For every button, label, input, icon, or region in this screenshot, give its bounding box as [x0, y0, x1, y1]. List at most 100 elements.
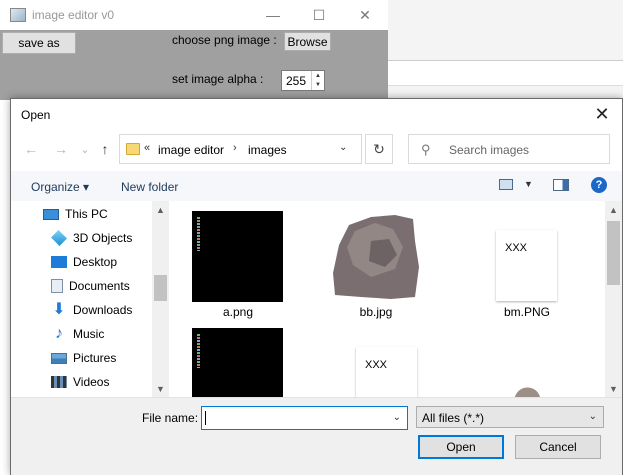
- up-arrow-icon[interactable]: ↑: [95, 139, 115, 159]
- minimize-button[interactable]: —: [250, 0, 296, 30]
- file-item-text-image[interactable]: XXX: [356, 347, 417, 397]
- file-name-input[interactable]: ⌄: [201, 406, 408, 430]
- folder-icon: [126, 143, 140, 155]
- 3d-objects-icon: [51, 230, 67, 246]
- back-arrow-icon[interactable]: ←: [21, 139, 41, 159]
- recent-locations-icon[interactable]: ⌄: [75, 139, 95, 159]
- save-as-button[interactable]: save as: [2, 32, 76, 54]
- nav-item-music[interactable]: ♪ Music: [51, 324, 104, 344]
- address-overflow-icon[interactable]: «: [144, 142, 150, 154]
- cancel-button[interactable]: Cancel: [515, 435, 601, 459]
- search-box[interactable]: ⚲ Search images: [408, 134, 610, 164]
- file-item-bm-png[interactable]: XXX: [496, 230, 557, 301]
- file-list: a.png bb.jpg XXX bm.PNG XXX: [171, 201, 605, 397]
- scroll-down-icon[interactable]: ▼: [605, 380, 622, 397]
- browse-button[interactable]: Browse: [284, 32, 331, 51]
- file-item-black-image[interactable]: [192, 328, 283, 397]
- organize-menu[interactable]: Organize ▾: [31, 180, 89, 194]
- nav-item-desktop[interactable]: Desktop: [51, 252, 117, 272]
- scroll-up-icon[interactable]: ▲: [152, 201, 169, 218]
- forward-arrow-icon[interactable]: →: [51, 139, 71, 159]
- nav-item-label: Music: [73, 327, 105, 341]
- rock-image-icon: [333, 215, 419, 299]
- dialog-title: Open: [21, 108, 51, 122]
- file-name-label: File name:: [142, 411, 199, 425]
- set-alpha-label: set image alpha :: [172, 72, 264, 86]
- file-item-bb-jpg[interactable]: [331, 211, 422, 302]
- command-bar: Organize ▾ New folder ▼ ?: [11, 171, 622, 201]
- preview-pane-icon[interactable]: [553, 179, 569, 191]
- nav-item-this-pc[interactable]: This PC: [43, 204, 108, 224]
- nav-item-pictures[interactable]: Pictures: [51, 348, 116, 368]
- maximize-button[interactable]: ☐: [296, 0, 342, 30]
- spin-down-icon[interactable]: ▼: [312, 80, 324, 89]
- breadcrumb-image-editor[interactable]: image editor: [158, 143, 224, 157]
- change-view-icon[interactable]: [499, 179, 513, 190]
- videos-icon: [51, 376, 67, 388]
- breadcrumb-chevron-icon[interactable]: ›: [233, 142, 237, 154]
- rock-image-icon: [514, 387, 540, 397]
- open-button[interactable]: Open: [418, 435, 504, 459]
- dialog-close-button[interactable]: ✕: [590, 103, 614, 125]
- scroll-down-icon[interactable]: ▼: [152, 380, 169, 397]
- file-type-dropdown-icon: ⌄: [588, 411, 597, 422]
- file-item-a-png[interactable]: [192, 211, 283, 302]
- refresh-icon: ↻: [373, 140, 385, 157]
- file-name-label[interactable]: bm.PNG: [477, 305, 577, 319]
- refresh-button[interactable]: ↻: [365, 134, 393, 164]
- thumbnail-dots-icon: [197, 334, 200, 368]
- background-field-strip: [388, 60, 623, 86]
- file-list-scrollbar[interactable]: ▲ ▼: [605, 201, 622, 397]
- scroll-up-icon[interactable]: ▲: [605, 201, 622, 218]
- search-icon: ⚲: [421, 142, 431, 157]
- thumbnail-text: XXX: [505, 242, 528, 254]
- alpha-value: 255: [286, 74, 307, 88]
- nav-item-label: Documents: [69, 279, 130, 293]
- thumbnail-dots-icon: [197, 217, 200, 251]
- alpha-spin-buttons: ▲ ▼: [311, 71, 324, 90]
- nav-item-label: This PC: [65, 207, 108, 221]
- nav-item-label: Videos: [73, 375, 110, 389]
- breadcrumb-images[interactable]: images: [248, 143, 287, 157]
- file-name-label[interactable]: a.png: [188, 305, 288, 319]
- address-bar[interactable]: « image editor › images ⌄: [119, 134, 362, 164]
- new-folder-button[interactable]: New folder: [121, 180, 178, 194]
- downloads-icon: ⬇: [52, 301, 66, 318]
- file-type-value: All files (*.*): [422, 411, 485, 425]
- nav-item-videos[interactable]: Videos: [51, 372, 109, 392]
- spin-up-icon[interactable]: ▲: [312, 71, 324, 80]
- navigation-pane: This PC 3D Objects Desktop Documents ⬇ D…: [11, 201, 169, 397]
- background-app-window: image editor v0 — ☐ ✕ save as choose png…: [0, 0, 388, 100]
- desktop-icon: [51, 256, 67, 268]
- text-caret: [205, 411, 206, 425]
- documents-icon: [51, 279, 63, 293]
- file-name-dropdown-icon[interactable]: ⌄: [393, 412, 401, 423]
- address-dropdown-icon[interactable]: ⌄: [339, 142, 347, 153]
- view-options-dropdown-icon[interactable]: ▼: [524, 179, 533, 189]
- nav-item-label: Downloads: [73, 303, 133, 317]
- nav-item-label: Desktop: [73, 255, 118, 269]
- this-pc-icon: [43, 208, 59, 220]
- search-placeholder: Search images: [449, 143, 530, 157]
- nav-item-3d-objects[interactable]: 3D Objects: [51, 228, 132, 248]
- file-name-label[interactable]: bb.jpg: [326, 305, 426, 319]
- file-type-select[interactable]: All files (*.*) ⌄: [416, 406, 604, 428]
- help-icon[interactable]: ?: [591, 177, 607, 193]
- background-app-title: image editor v0: [32, 8, 115, 22]
- file-item-rock-image[interactable]: [509, 384, 543, 397]
- pictures-icon: [51, 352, 67, 364]
- nav-item-downloads[interactable]: ⬇ Downloads: [51, 300, 132, 320]
- navigation-scrollbar[interactable]: ▲ ▼: [152, 201, 169, 397]
- choose-png-label: choose png image :: [172, 33, 277, 47]
- background-titlebar: image editor v0 — ☐ ✕: [0, 0, 388, 30]
- navigation-bar: ← → ⌄ ↑ « image editor › images ⌄ ↻ ⚲ Se…: [11, 133, 622, 165]
- background-close-button[interactable]: ✕: [342, 0, 388, 30]
- alpha-spinbox[interactable]: 255 ▲ ▼: [281, 70, 325, 91]
- music-icon: ♪: [55, 325, 63, 342]
- app-icon: [10, 8, 26, 22]
- file-list-scroll-thumb[interactable]: [607, 221, 620, 285]
- nav-item-label: 3D Objects: [73, 231, 133, 245]
- navigation-scroll-thumb[interactable]: [154, 275, 167, 301]
- thumbnail-text: XXX: [365, 359, 388, 371]
- nav-item-documents[interactable]: Documents: [51, 276, 130, 296]
